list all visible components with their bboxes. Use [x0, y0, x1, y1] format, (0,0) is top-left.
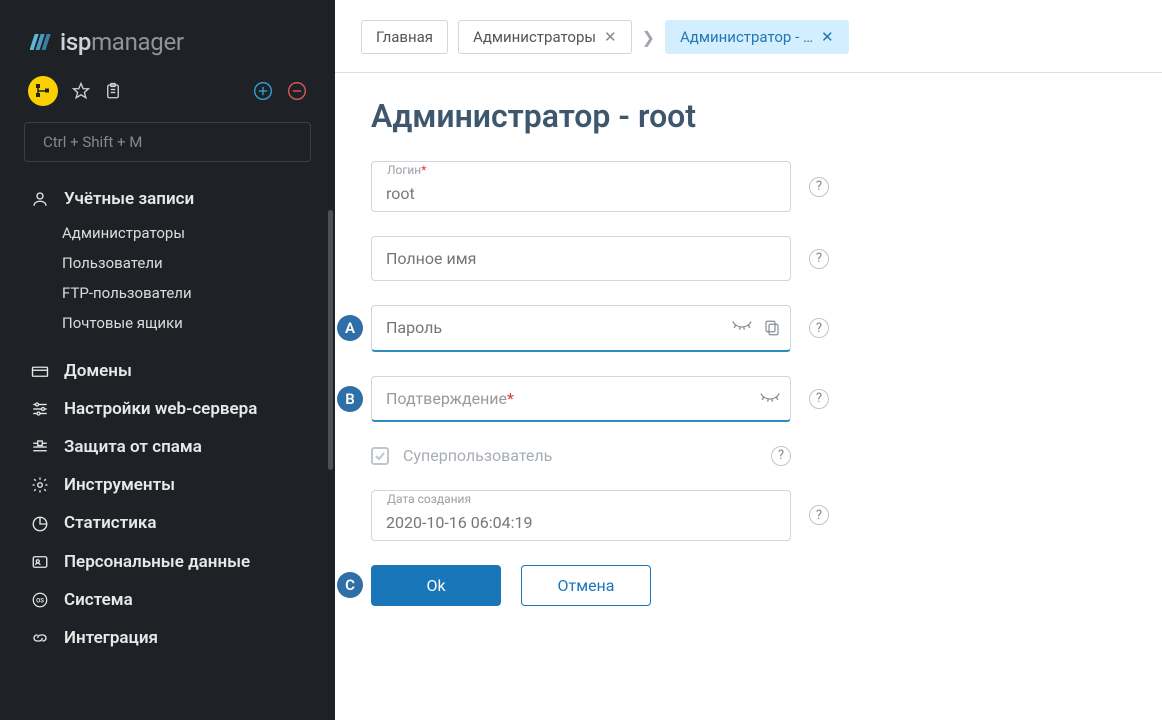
chevron-right-icon: ❯ — [642, 28, 655, 47]
gear-icon — [30, 476, 50, 494]
superuser-row: Суперпользователь ? — [371, 446, 791, 466]
nav-label: Система — [64, 589, 133, 611]
logo: ispmanager — [0, 0, 335, 76]
nav-label: Персональные данные — [64, 551, 250, 573]
nav-label: Учётные записи — [64, 188, 194, 210]
sidebar-toolbar — [0, 76, 335, 122]
nav-label: Домены — [64, 360, 132, 382]
nav-sub-ftp[interactable]: FTP-пользователи — [0, 278, 335, 308]
created-label: Дата создания — [385, 492, 473, 506]
nav: Учётные записи Администраторы Пользовате… — [0, 180, 335, 720]
nav-label: Настройки web-сервера — [64, 398, 257, 420]
generate-password-icon[interactable] — [763, 319, 781, 337]
svg-text:OS: OS — [36, 597, 44, 604]
nav-domains[interactable]: Домены — [0, 352, 335, 390]
login-field: root — [371, 161, 791, 212]
superuser-label: Суперпользователь — [403, 446, 552, 465]
form: Администратор - root Логин* root ? ? A — [335, 73, 1162, 720]
sliders-icon — [30, 400, 50, 418]
close-icon[interactable]: ✕ — [604, 28, 617, 46]
os-icon: OS — [30, 591, 50, 609]
domains-icon — [30, 362, 50, 380]
eye-icon[interactable] — [759, 391, 781, 407]
breadcrumb-admins[interactable]: Администраторы ✕ — [458, 20, 632, 54]
nav-system[interactable]: OS Система — [0, 581, 335, 619]
sidebar: ispmanager Ctrl + Shift + M Учётные запи… — [0, 0, 335, 720]
nav-stats[interactable]: Статистика — [0, 504, 335, 542]
logo-icon — [30, 30, 54, 54]
idcard-icon — [30, 553, 50, 571]
superuser-checkbox — [371, 447, 389, 465]
nav-personal[interactable]: Персональные данные — [0, 543, 335, 581]
page-title: Администратор - root — [371, 97, 1126, 135]
step-bullet-a: A — [337, 315, 363, 341]
shield-icon — [30, 438, 50, 456]
nav-sub-users[interactable]: Пользователи — [0, 248, 335, 278]
placeholder-text: Подтверждение — [386, 389, 507, 408]
search-input[interactable]: Ctrl + Shift + M — [24, 122, 311, 162]
breadcrumb-home[interactable]: Главная — [361, 20, 448, 54]
close-icon[interactable]: ✕ — [821, 28, 834, 46]
nav-webserver[interactable]: Настройки web-сервера — [0, 390, 335, 428]
nav-sub-admins[interactable]: Администраторы — [0, 218, 335, 248]
star-icon[interactable] — [72, 82, 90, 100]
breadcrumb-label: Администратор - … — [680, 28, 813, 46]
main: Главная Администраторы ✕ ❯ Администратор… — [335, 0, 1162, 720]
confirm-field[interactable]: Подтверждение* — [371, 376, 791, 422]
login-label: Логин* — [385, 163, 428, 177]
help-icon[interactable]: ? — [809, 318, 829, 338]
plus-circle-icon[interactable] — [253, 81, 273, 101]
nav-tools[interactable]: Инструменты — [0, 466, 335, 504]
fullname-field[interactable] — [371, 236, 791, 281]
nav-label: Статистика — [64, 512, 156, 534]
nav-label: Инструменты — [64, 474, 175, 496]
help-icon[interactable]: ? — [809, 389, 829, 409]
help-icon[interactable]: ? — [809, 177, 829, 197]
nav-label: Интеграция — [64, 627, 158, 649]
link-icon — [30, 629, 50, 647]
breadcrumb: Главная Администраторы ✕ ❯ Администратор… — [335, 0, 1162, 73]
sidebar-scrollbar[interactable] — [328, 210, 333, 470]
logo-text: ispmanager — [60, 28, 184, 56]
ok-button[interactable]: Ok — [371, 565, 501, 606]
cancel-button[interactable]: Отмена — [521, 565, 651, 606]
nav-antispam[interactable]: Защита от спама — [0, 428, 335, 466]
help-icon[interactable]: ? — [809, 249, 829, 269]
tree-mode-icon[interactable] — [28, 76, 58, 106]
nav-accounts[interactable]: Учётные записи — [0, 180, 335, 218]
password-field[interactable] — [371, 305, 791, 351]
eye-icon[interactable] — [731, 319, 753, 337]
nav-integration[interactable]: Интеграция — [0, 619, 335, 657]
nav-sub-mail[interactable]: Почтовые ящики — [0, 308, 335, 338]
step-bullet-c: C — [337, 572, 363, 598]
user-icon — [30, 190, 50, 208]
nav-label: Защита от спама — [64, 436, 202, 458]
breadcrumb-current[interactable]: Администратор - … ✕ — [665, 20, 849, 54]
breadcrumb-label: Администраторы — [473, 28, 596, 46]
piechart-icon — [30, 515, 50, 533]
help-icon[interactable]: ? — [771, 446, 791, 466]
help-icon[interactable]: ? — [809, 505, 829, 525]
step-bullet-b: B — [337, 386, 363, 412]
clipboard-icon[interactable] — [104, 82, 122, 100]
minus-circle-icon[interactable] — [287, 81, 307, 101]
